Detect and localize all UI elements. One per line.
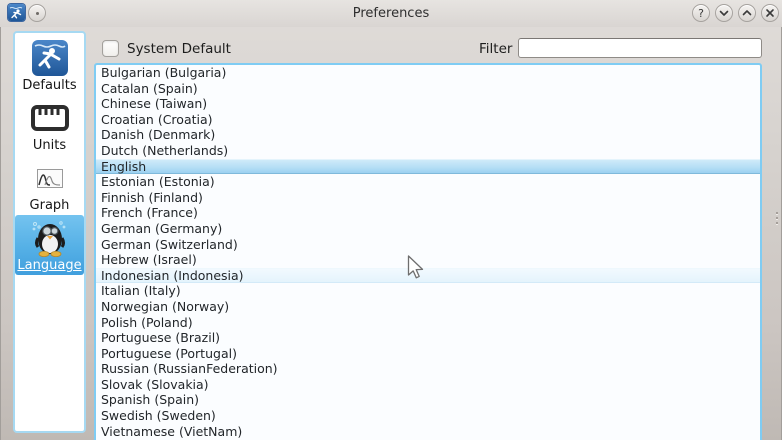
sidebar-item-graph[interactable]: Graph — [15, 155, 84, 215]
language-list-item[interactable]: Russian (RussianFederation) — [96, 361, 760, 377]
resize-grip[interactable] — [774, 212, 779, 228]
chevron-down-icon — [718, 7, 730, 19]
language-list-item[interactable]: German (Switzerland) — [96, 237, 760, 253]
sidebar-item-defaults[interactable]: Defaults — [15, 35, 84, 95]
diver-icon — [30, 38, 70, 78]
language-list-item[interactable]: Hebrew (Israel) — [96, 252, 760, 268]
language-list-item[interactable]: French (France) — [96, 205, 760, 221]
filter-input[interactable] — [518, 38, 762, 58]
help-button[interactable]: ? — [692, 4, 710, 22]
preferences-sidebar: Defaults Units Graph — [13, 31, 86, 433]
language-list-item[interactable]: Slovak (Slovakia) — [96, 377, 760, 393]
language-list-item[interactable]: Vietnamese (VietNam) — [96, 424, 760, 440]
language-list-item[interactable]: Chinese (Taiwan) — [96, 96, 760, 112]
help-icon: ? — [698, 7, 704, 20]
language-list-item[interactable]: Norwegian (Norway) — [96, 299, 760, 315]
system-default-label: System Default — [127, 41, 231, 57]
sidebar-item-language[interactable]: Language — [15, 215, 84, 275]
sidebar-item-label: Graph — [30, 198, 70, 213]
close-icon — [764, 7, 776, 19]
language-list-item[interactable]: Polish (Poland) — [96, 315, 760, 331]
sidebar-item-label: Units — [33, 138, 66, 153]
language-list-item[interactable]: English — [96, 159, 760, 175]
language-list-item[interactable]: Italian (Italy) — [96, 283, 760, 299]
filter-label: Filter — [479, 41, 512, 57]
language-list-item[interactable]: Estonian (Estonia) — [96, 174, 760, 190]
system-default-checkbox[interactable] — [102, 40, 119, 57]
language-list-item[interactable]: Swedish (Sweden) — [96, 408, 760, 424]
close-button[interactable] — [761, 4, 779, 22]
sidebar-item-label: Language — [17, 258, 81, 273]
shade-up-button[interactable] — [738, 4, 756, 22]
language-list-item[interactable]: German (Germany) — [96, 221, 760, 237]
titlebar[interactable]: Preferences ? — [0, 0, 782, 27]
penguin-icon — [27, 218, 73, 258]
shade-down-button[interactable] — [715, 4, 733, 22]
preferences-window: { "window": { "title": "Preferences" }, … — [0, 0, 782, 440]
language-list-item[interactable]: Croatian (Croatia) — [96, 112, 760, 128]
language-list-item[interactable]: Indonesian (Indonesia) — [96, 268, 760, 284]
graph-icon — [37, 169, 63, 188]
language-list-item[interactable]: Portuguese (Portugal) — [96, 346, 760, 362]
language-list-item[interactable]: Danish (Denmark) — [96, 127, 760, 143]
language-list[interactable]: Bulgarian (Bulgaria)Catalan (Spain)Chine… — [94, 63, 762, 440]
language-list-item[interactable]: Spanish (Spain) — [96, 392, 760, 408]
language-list-item[interactable]: Catalan (Spain) — [96, 81, 760, 97]
language-list-item[interactable]: Bulgarian (Bulgaria) — [96, 65, 760, 81]
language-list-item[interactable]: Finnish (Finland) — [96, 190, 760, 206]
sidebar-item-label: Defaults — [22, 78, 76, 93]
chevron-up-icon — [741, 7, 753, 19]
language-list-item[interactable]: Portuguese (Brazil) — [96, 330, 760, 346]
ruler-icon — [30, 103, 70, 133]
language-list-item[interactable]: Dutch (Netherlands) — [96, 143, 760, 159]
window-title: Preferences — [0, 6, 782, 21]
sidebar-item-units[interactable]: Units — [15, 95, 84, 155]
